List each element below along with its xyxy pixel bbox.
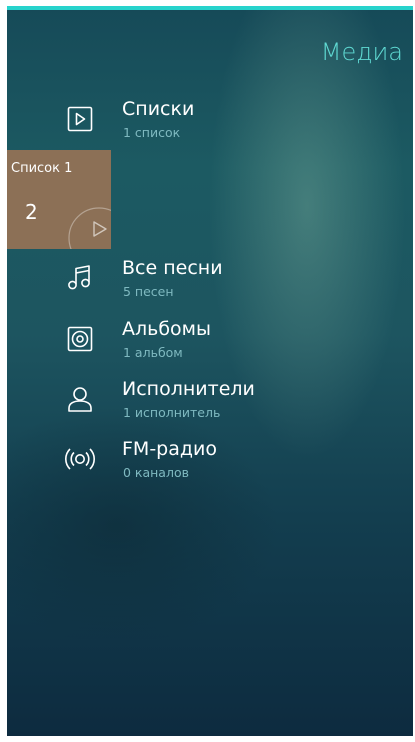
menu-item-title: Списки [122,98,195,120]
playlist-name: Список 1 [11,161,73,176]
album-disc-icon [61,320,99,358]
menu-item-title: Все песни [122,257,223,279]
menu-item-subtitle: 5 песен [123,284,174,299]
menu-item-title: Альбомы [122,318,212,340]
top-accent-bar [7,6,413,10]
play-circle-icon[interactable] [61,200,111,249]
menu-item-albums[interactable]: Альбомы 1 альбом [7,318,413,374]
music-note-icon [61,259,99,297]
menu-item-subtitle: 1 исполнитель [123,405,221,420]
media-screen: Медиа Списки 1 список Все песни 5 песен [7,6,413,736]
menu-item-artists[interactable]: Исполнители 1 исполнитель [7,378,413,434]
radio-broadcast-icon [61,440,99,478]
menu-item-title: Исполнители [122,378,255,400]
page-title: Медиа [320,38,403,66]
menu-item-playlists[interactable]: Списки 1 список [7,98,413,154]
play-square-icon [61,100,99,138]
menu-item-subtitle: 1 альбом [123,345,183,360]
person-icon [61,380,99,418]
menu-item-title: FM-радио [122,438,217,460]
playlist-cover[interactable]: Список 1 2 [7,150,111,249]
playlist-song-count: 2 [25,200,38,224]
menu-item-subtitle: 1 список [123,125,181,140]
menu-item-subtitle: 0 каналов [123,465,189,480]
menu-item-all-songs[interactable]: Все песни 5 песен [7,257,413,313]
menu-item-fm-radio[interactable]: FM-радио 0 каналов [7,438,413,494]
